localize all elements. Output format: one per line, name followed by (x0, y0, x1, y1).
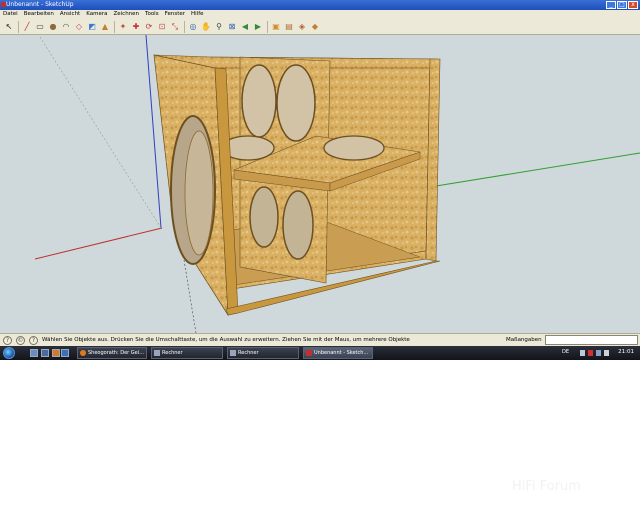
zoom-extents-icon[interactable]: ⊠ (226, 21, 238, 33)
shelf-hole-right (323, 135, 385, 161)
task-sketchup[interactable]: Unbenannt - Sketch... (303, 347, 373, 359)
tray-network-icon[interactable] (596, 350, 601, 356)
language-indicator[interactable]: DE (562, 349, 569, 355)
calculator-icon (230, 350, 236, 356)
quicklaunch-switch-icon[interactable] (41, 349, 49, 357)
move-icon[interactable]: ✚ (130, 21, 142, 33)
axis-blue-dashed (183, 259, 197, 333)
pan-icon[interactable]: ✋ (200, 21, 212, 33)
ruby-icon[interactable]: ◆ (309, 21, 321, 33)
line-icon[interactable]: ╱ (21, 21, 33, 33)
watermark-image: HiFi Forum (512, 479, 581, 494)
rectangle-icon[interactable]: ▭ (34, 21, 46, 33)
close-button[interactable]: x (628, 1, 638, 9)
window-title: Unbenannt - SketchUp (6, 1, 74, 8)
menu-bar: Datei Bearbeiten Ansicht Kamera Zeichnen… (0, 10, 640, 19)
measurements-label: Maßangaben (506, 337, 542, 343)
port-hole-upper-right (276, 64, 316, 142)
get-models-icon[interactable]: ▣ (270, 21, 282, 33)
axis-green-line (435, 152, 640, 187)
tray-volume-icon[interactable] (604, 350, 609, 356)
minimize-button[interactable]: _ (606, 1, 616, 9)
orbit-icon[interactable]: ◎ (187, 21, 199, 33)
menu-ansicht[interactable]: Ansicht (57, 10, 83, 19)
share-model-icon[interactable]: ▤ (283, 21, 295, 33)
menu-hilfe[interactable]: Hilfe (188, 10, 207, 19)
share-component-icon[interactable]: ◈ (296, 21, 308, 33)
taskbar: Sheogorath: Der Gei... Rechner Rechner U… (0, 346, 640, 360)
tray-arrow-icon[interactable] (580, 350, 585, 356)
rotate-icon[interactable]: ⟳ (143, 21, 155, 33)
sketchup-icon (306, 350, 312, 356)
previous-view-icon[interactable]: ◀ (239, 21, 251, 33)
axis-red-line (34, 227, 163, 260)
title-bar[interactable]: Unbenannt - SketchUp _ □ x (0, 0, 640, 10)
screen: Unbenannt - SketchUp _ □ x Datei Bearbei… (0, 0, 640, 360)
firefox-icon (80, 350, 86, 356)
task-label: Unbenannt - Sketch... (314, 350, 369, 356)
window-controls: _ □ x (606, 1, 638, 9)
quicklaunch-media-icon[interactable] (61, 349, 69, 357)
zoom-icon[interactable]: ⚲ (213, 21, 225, 33)
scale-icon[interactable]: ⤡ (169, 21, 181, 33)
axis-green-dashed (39, 36, 162, 229)
paint-bucket-icon[interactable]: ◩ (86, 21, 98, 33)
menu-kamera[interactable]: Kamera (83, 10, 110, 19)
quicklaunch-desktop-icon[interactable] (30, 349, 38, 357)
toolbar: ↖ ╱ ▭ ● ◠ ◇ ◩ ▲ ✦ ✚ ⟳ ⊡ ⤡ ◎ ✋ ⚲ ⊠ ◀ ▶ ▣ ▤ ◈ ◆ (0, 19, 640, 35)
port-hole-upper-left (241, 64, 277, 138)
task-label: Rechner (238, 350, 259, 356)
arc-icon[interactable]: ◠ (60, 21, 72, 33)
push-pull-icon[interactable]: ▲ (99, 21, 111, 33)
task-sheogorath[interactable]: Sheogorath: Der Gei... (77, 347, 147, 359)
calculator-icon (154, 350, 160, 356)
task-label: Sheogorath: Der Gei... (88, 350, 144, 356)
taskbar-clock[interactable]: 21:01 (618, 349, 634, 355)
system-tray: DE 21:01 (560, 346, 640, 360)
maximize-button[interactable]: □ (617, 1, 627, 9)
start-button[interactable] (3, 347, 15, 359)
status-bar: ? © ? Wählen Sie Objekte aus. Drücken Si… (0, 333, 640, 346)
menu-tools[interactable]: Tools (142, 10, 162, 19)
offset-icon[interactable]: ⊡ (156, 21, 168, 33)
instructor-icon[interactable]: ? (29, 336, 38, 345)
circle-icon[interactable]: ● (47, 21, 59, 33)
model-canvas[interactable] (0, 35, 640, 333)
toolbar-separator (114, 20, 115, 33)
menu-bearbeiten[interactable]: Bearbeiten (21, 10, 57, 19)
status-hint-text: Wählen Sie Objekte aus. Drücken Sie die … (42, 337, 410, 343)
credits-icon[interactable]: © (16, 336, 25, 345)
menu-zeichnen[interactable]: Zeichnen (110, 10, 142, 19)
task-rechner-1[interactable]: Rechner (151, 347, 223, 359)
speaker-cutout-inner (184, 130, 214, 256)
task-rechner-2[interactable]: Rechner (227, 347, 299, 359)
menu-datei[interactable]: Datei (0, 10, 21, 19)
measurements-input[interactable] (545, 335, 638, 345)
port-hole-lower-left (249, 186, 279, 248)
toolbar-separator (18, 20, 19, 33)
eraser-icon[interactable]: ◇ (73, 21, 85, 33)
geolocation-icon[interactable]: ? (3, 336, 12, 345)
toolbar-separator (184, 20, 185, 33)
next-view-icon[interactable]: ▶ (252, 21, 264, 33)
select-icon[interactable]: ↖ (3, 21, 15, 33)
port-hole-lower-right (282, 190, 314, 260)
tray-shield-icon[interactable] (588, 350, 593, 356)
menu-fenster[interactable]: Fenster (162, 10, 188, 19)
quicklaunch-browser-icon[interactable] (52, 349, 60, 357)
task-label: Rechner (162, 350, 183, 356)
follow-me-icon[interactable]: ✦ (117, 21, 129, 33)
toolbar-separator (267, 20, 268, 33)
drawing-viewport[interactable] (0, 35, 640, 333)
